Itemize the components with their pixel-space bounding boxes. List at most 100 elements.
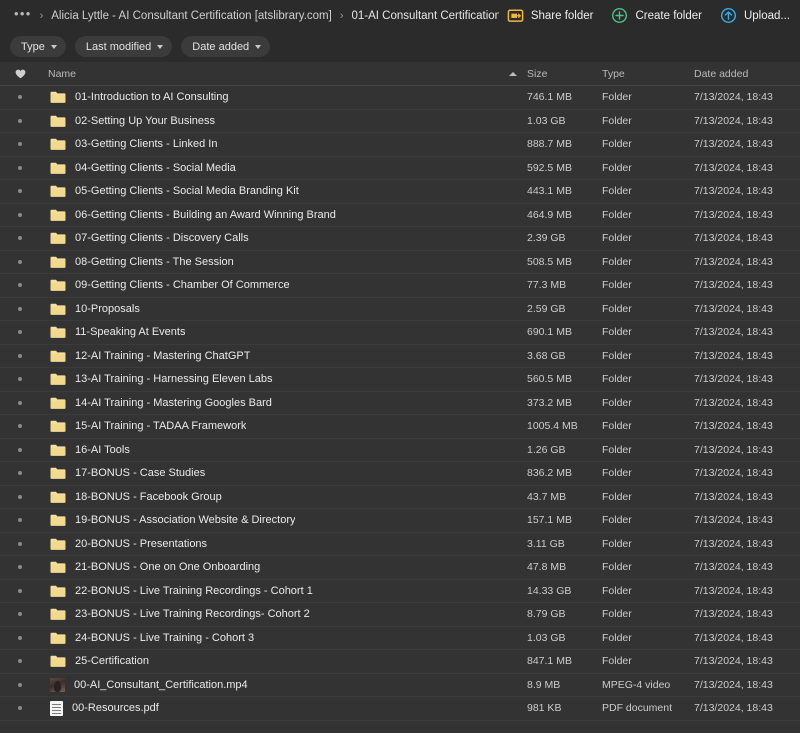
breadcrumb-item-current[interactable]: 01-AI Consultant Certification (351, 10, 498, 22)
row-name-cell[interactable]: 06-Getting Clients - Building an Award W… (40, 208, 527, 222)
row-favorite-toggle[interactable] (0, 424, 40, 429)
row-favorite-toggle[interactable] (0, 165, 40, 170)
row-favorite-toggle[interactable] (0, 706, 40, 711)
table-row[interactable]: 18-BONUS - Facebook Group 43.7 MB Folder 7/… (0, 486, 800, 509)
row-favorite-toggle[interactable] (0, 518, 40, 523)
row-favorite-toggle[interactable] (0, 330, 40, 335)
table-row[interactable]: 00-Resources.pdf 981 KB PDF document 7/13/2… (0, 697, 800, 721)
row-favorite-toggle[interactable] (0, 142, 40, 147)
row-favorite-toggle[interactable] (0, 400, 40, 405)
table-row[interactable]: 12-AI Training - Mastering ChatGPT 3.68 G… (0, 345, 800, 368)
table-row[interactable]: 03-Getting Clients - Linked In 888.7 MB Fo… (0, 133, 800, 157)
table-row[interactable]: 16-AI Tools 1.26 GB Folder 7/13/2024, 18:43 (0, 439, 800, 462)
row-name-cell[interactable]: 00-Resources.pdf (40, 700, 527, 716)
row-name-cell[interactable]: 22-BONUS - Live Training Recordings - Co… (40, 584, 527, 598)
row-name-cell[interactable]: 20-BONUS - Presentations (40, 537, 527, 551)
file-name-label: 10-Proposals (75, 302, 140, 315)
row-name-cell[interactable]: 13-AI Training - Harnessing Eleven Labs (40, 372, 527, 386)
table-row[interactable]: 14-AI Training - Mastering Googles Bard 3… (0, 392, 800, 415)
row-name-cell[interactable]: 23-BONUS - Live Training Recordings- Coh… (40, 607, 527, 621)
row-name-cell[interactable]: 00-AI_Consultant_Certification.mp4 (40, 677, 527, 692)
row-name-cell[interactable]: 18-BONUS - Facebook Group (40, 490, 527, 504)
row-name-cell[interactable]: 14-AI Training - Mastering Googles Bard (40, 396, 527, 410)
column-header-type[interactable]: Type (602, 68, 694, 80)
row-name-cell[interactable]: 17-BONUS - Case Studies (40, 466, 527, 480)
row-size-cell: 443.1 MB (527, 185, 572, 198)
row-name-cell[interactable]: 19-BONUS - Association Website & Directo… (40, 513, 527, 527)
row-type-cell: Folder (602, 373, 632, 386)
table-row[interactable]: 09-Getting Clients - Chamber Of Commerce… (0, 274, 800, 298)
share-folder-button[interactable]: Share folder (499, 0, 604, 31)
row-name-cell[interactable]: 01-Introduction to AI Consulting (40, 90, 527, 104)
filter-type-button[interactable]: Type (10, 36, 66, 57)
table-row[interactable]: 25-Certification 847.1 MB Folder 7/13/2024,… (0, 650, 800, 674)
row-name-cell[interactable]: 25-Certification (40, 654, 527, 668)
row-favorite-toggle[interactable] (0, 541, 40, 546)
row-name-cell[interactable]: 03-Getting Clients - Linked In (40, 137, 527, 151)
table-row[interactable]: 05-Getting Clients - Social Media Brandi… (0, 180, 800, 204)
table-row[interactable]: 08-Getting Clients - The Session 508.5 MB… (0, 251, 800, 274)
table-row[interactable]: 19-BONUS - Association Website & Directo… (0, 509, 800, 533)
breadcrumb-overflow-button[interactable]: ••• (14, 9, 32, 23)
row-favorite-toggle[interactable] (0, 471, 40, 476)
breadcrumb-item-root[interactable]: Alicia Lyttle - AI Consultant Certificat… (51, 10, 332, 22)
table-row[interactable]: 00-AI_Consultant_Certification.mp4 8.9 MB… (0, 674, 800, 697)
row-favorite-toggle[interactable] (0, 494, 40, 499)
row-date-cell: 7/13/2024, 18:43 (694, 584, 773, 597)
row-name-cell[interactable]: 08-Getting Clients - The Session (40, 255, 527, 269)
column-header-size[interactable]: Size (527, 68, 602, 80)
row-favorite-toggle[interactable] (0, 283, 40, 288)
row-name-cell[interactable]: 24-BONUS - Live Training - Cohort 3 (40, 631, 527, 645)
table-row[interactable]: 23-BONUS - Live Training Recordings- Coh… (0, 603, 800, 627)
row-favorite-toggle[interactable] (0, 189, 40, 194)
row-name-cell[interactable]: 21-BONUS - One on One Onboarding (40, 560, 527, 574)
row-name-cell[interactable]: 11-Speaking At Events (40, 325, 527, 339)
upload-button[interactable]: Upload... (712, 0, 800, 31)
row-favorite-toggle[interactable] (0, 259, 40, 264)
row-size-cell: 1.26 GB (527, 443, 566, 456)
table-row[interactable]: 11-Speaking At Events 690.1 MB Folder 7/13/… (0, 321, 800, 345)
table-row[interactable]: 04-Getting Clients - Social Media 592.5 M… (0, 157, 800, 180)
table-row[interactable]: 10-Proposals 2.59 GB Folder 7/13/2024, 18:4… (0, 298, 800, 321)
table-row[interactable]: 07-Getting Clients - Discovery Calls 2.39… (0, 227, 800, 251)
filter-date-added-button[interactable]: Date added (181, 36, 271, 57)
row-favorite-toggle[interactable] (0, 212, 40, 217)
row-favorite-toggle[interactable] (0, 612, 40, 617)
row-name-cell[interactable]: 02-Setting Up Your Business (40, 114, 527, 128)
row-favorite-toggle[interactable] (0, 95, 40, 100)
row-name-cell[interactable]: 15-AI Training - TADAA Framework (40, 419, 527, 433)
table-row[interactable]: 06-Getting Clients - Building an Award W… (0, 204, 800, 227)
row-favorite-toggle[interactable] (0, 353, 40, 358)
row-favorite-toggle[interactable] (0, 588, 40, 593)
row-name-cell[interactable]: 12-AI Training - Mastering ChatGPT (40, 349, 527, 363)
table-row[interactable]: 21-BONUS - One on One Onboarding 47.8 MB F… (0, 556, 800, 580)
table-row[interactable]: 13-AI Training - Harnessing Eleven Labs 5… (0, 368, 800, 392)
row-name-cell[interactable]: 09-Getting Clients - Chamber Of Commerce (40, 278, 527, 292)
row-name-cell[interactable]: 10-Proposals (40, 302, 527, 316)
table-row[interactable]: 01-Introduction to AI Consulting 746.1 MB… (0, 86, 800, 110)
table-row[interactable]: 24-BONUS - Live Training - Cohort 3 1.03 … (0, 627, 800, 650)
row-name-cell[interactable]: 07-Getting Clients - Discovery Calls (40, 231, 527, 245)
filter-last-modified-button[interactable]: Last modified (74, 36, 173, 57)
table-row[interactable]: 20-BONUS - Presentations 3.11 GB Folder 7/1… (0, 533, 800, 556)
row-favorite-toggle[interactable] (0, 377, 40, 382)
row-favorite-toggle[interactable] (0, 118, 40, 123)
column-header-name[interactable]: Name (40, 68, 527, 80)
table-row[interactable]: 15-AI Training - TADAA Framework 1005.4 M… (0, 415, 800, 439)
row-favorite-toggle[interactable] (0, 565, 40, 570)
column-header-date-added[interactable]: Date added (694, 68, 800, 80)
row-name-cell[interactable]: 16-AI Tools (40, 443, 527, 457)
column-header-favorite[interactable] (0, 69, 40, 79)
row-favorite-toggle[interactable] (0, 306, 40, 311)
row-favorite-toggle[interactable] (0, 447, 40, 452)
row-favorite-toggle[interactable] (0, 659, 40, 664)
row-favorite-toggle[interactable] (0, 635, 40, 640)
row-favorite-toggle[interactable] (0, 682, 40, 687)
row-favorite-toggle[interactable] (0, 236, 40, 241)
row-name-cell[interactable]: 05-Getting Clients - Social Media Brandi… (40, 184, 527, 198)
table-row[interactable]: 02-Setting Up Your Business 1.03 GB Folder… (0, 110, 800, 133)
create-folder-button[interactable]: Create folder (603, 0, 711, 31)
row-name-cell[interactable]: 04-Getting Clients - Social Media (40, 161, 527, 175)
table-row[interactable]: 22-BONUS - Live Training Recordings - Co… (0, 580, 800, 603)
table-row[interactable]: 17-BONUS - Case Studies 836.2 MB Folder 7/1… (0, 462, 800, 486)
